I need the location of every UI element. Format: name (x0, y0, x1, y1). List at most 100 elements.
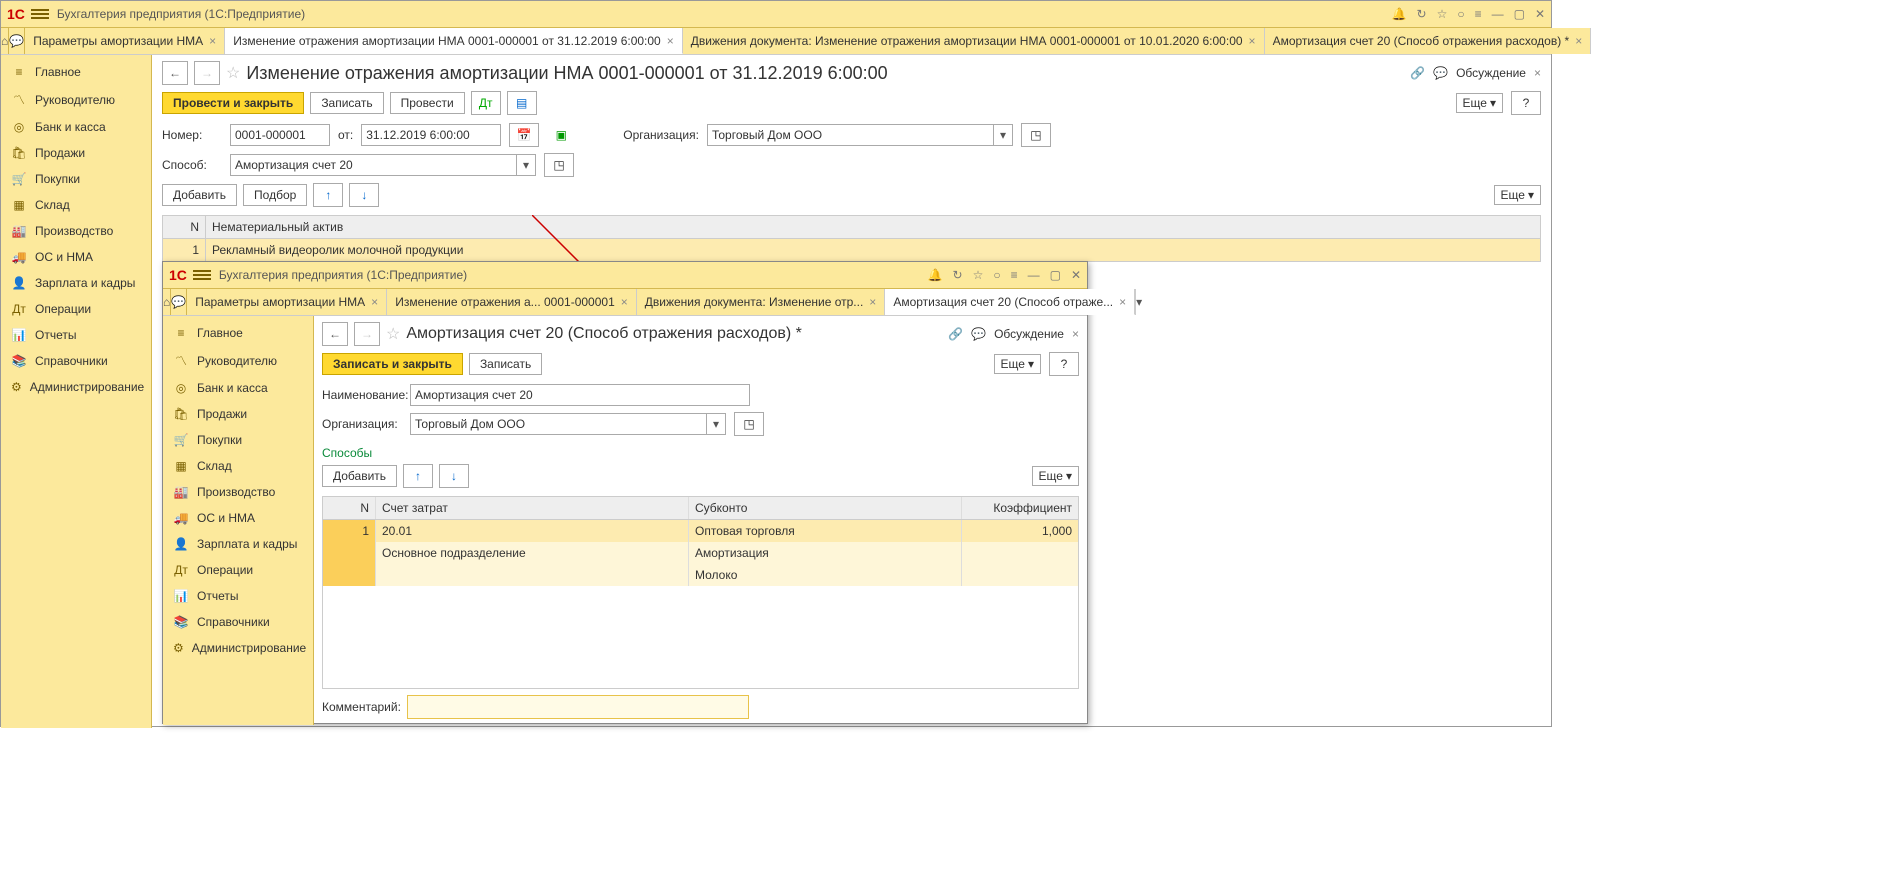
calendar-button[interactable]: 📅 (509, 123, 539, 147)
sidebar-item-prod[interactable]: 🏭Производство (1, 218, 151, 244)
sidebar-item-stock[interactable]: ▦Склад (1, 192, 151, 218)
discuss-icon[interactable]: 💬 (971, 327, 986, 341)
help-button[interactable]: ? (1049, 352, 1079, 376)
discuss-icon[interactable]: 💬 (1433, 66, 1448, 80)
discuss-label[interactable]: Обсуждение (994, 327, 1064, 341)
sidebar-item-sales[interactable]: 🛍Продажи (1, 140, 151, 166)
favorite-star-icon[interactable]: ☆ (386, 324, 400, 344)
close-icon[interactable]: × (1249, 34, 1256, 48)
minimize-icon[interactable]: — (1028, 268, 1040, 282)
sidebar-item-sales[interactable]: 🛍Продажи (163, 401, 313, 427)
sidebar-item-bank[interactable]: ◎Банк и касса (163, 375, 313, 401)
pick-button[interactable]: Подбор (243, 184, 307, 206)
close-icon[interactable]: × (371, 295, 378, 309)
more-button[interactable]: Еще▾ (1494, 185, 1541, 205)
open-button[interactable]: ◳ (544, 153, 574, 177)
write-button[interactable]: Записать (310, 92, 383, 114)
chevron-down-icon[interactable]: ▾ (993, 125, 1012, 145)
tab-amort20[interactable]: Амортизация счет 20 (Способ отраже...× (885, 289, 1135, 315)
close-icon[interactable]: × (1575, 34, 1582, 48)
circle-icon[interactable]: ○ (993, 268, 1000, 282)
post-button[interactable]: Провести (390, 92, 465, 114)
link-icon[interactable]: 🔗 (948, 327, 963, 341)
table-row[interactable]: 1 Рекламный видеоролик молочной продукци… (163, 239, 1540, 261)
name-input[interactable]: Амортизация счет 20 (410, 384, 750, 406)
sidebar-item-stock[interactable]: ▦Склад (163, 453, 313, 479)
ways-row[interactable]: Молоко (323, 564, 1078, 586)
close-icon[interactable]: × (1534, 66, 1541, 80)
write-and-close-button[interactable]: Записать и закрыть (322, 353, 463, 375)
back-button[interactable]: ← (162, 61, 188, 85)
sidebar-item-rep[interactable]: 📊Отчеты (1, 322, 151, 348)
more-button[interactable]: Еще▾ (1456, 93, 1503, 113)
tab-params[interactable]: Параметры амортизации НМА× (187, 289, 387, 315)
sidebar-item-os[interactable]: 🚚ОС и НМА (163, 505, 313, 531)
tab-change-amort[interactable]: Изменение отражения амортизации НМА 0001… (225, 28, 683, 54)
chevron-down-icon[interactable]: ▾ (516, 155, 535, 175)
close-icon[interactable]: × (621, 295, 628, 309)
write-button[interactable]: Записать (469, 353, 542, 375)
date-input[interactable]: 31.12.2019 6:00:00 (361, 124, 501, 146)
col-n[interactable]: N (323, 497, 376, 519)
org-combo[interactable]: Торговый Дом ООО▾ (410, 413, 726, 435)
close-icon[interactable]: × (667, 34, 674, 48)
dtkt-button[interactable]: Дт (471, 91, 501, 115)
sidebar-item-os[interactable]: 🚚ОС и НМА (1, 244, 151, 270)
sidebar-item-bank[interactable]: ◎Банк и касса (1, 114, 151, 140)
add-button[interactable]: Добавить (322, 465, 397, 487)
close-icon[interactable]: × (1119, 295, 1126, 309)
move-down-button[interactable]: ↓ (349, 183, 379, 207)
maximize-icon[interactable]: ▢ (1050, 268, 1061, 282)
col-acct[interactable]: Счет затрат (376, 497, 689, 519)
back-button[interactable]: ← (322, 322, 348, 346)
col-sub[interactable]: Субконто (689, 497, 962, 519)
open-button[interactable]: ◳ (1021, 123, 1051, 147)
maximize-icon[interactable]: ▢ (1514, 7, 1525, 21)
chevron-down-icon[interactable]: ▾ (706, 414, 725, 434)
sidebar-item-head[interactable]: 〽Руководителю (1, 85, 151, 114)
tab-movements[interactable]: Движения документа: Изменение отражения … (683, 28, 1265, 54)
method-combo[interactable]: Амортизация счет 20▾ (230, 154, 536, 176)
star-icon[interactable]: ☆ (973, 268, 984, 282)
filter-icon[interactable]: ≡ (1475, 7, 1482, 21)
sidebar-item-zp[interactable]: 👤Зарплата и кадры (1, 270, 151, 296)
discuss-label[interactable]: Обсуждение (1456, 66, 1526, 80)
home-tab[interactable]: ⌂ (163, 289, 171, 315)
ways-row[interactable]: Основное подразделение Амортизация (323, 542, 1078, 564)
sidebar-item-ref[interactable]: 📚Справочники (163, 609, 313, 635)
home-tab[interactable]: ⌂ (1, 28, 9, 54)
open-button[interactable]: ◳ (734, 412, 764, 436)
tab-change-amort[interactable]: Изменение отражения а... 0001-000001× (387, 289, 637, 315)
bell-icon[interactable]: 🔔 (1392, 7, 1407, 21)
add-button[interactable]: Добавить (162, 184, 237, 206)
sidebar-item-purch[interactable]: 🛒Покупки (163, 427, 313, 453)
col-coef[interactable]: Коэффициент (962, 497, 1078, 519)
close-icon[interactable]: ✕ (1535, 7, 1545, 21)
history-icon[interactable]: ↻ (953, 268, 963, 282)
sidebar-item-prod[interactable]: 🏭Производство (163, 479, 313, 505)
more-button[interactable]: Еще▾ (1032, 466, 1079, 486)
forward-button[interactable]: → (354, 322, 380, 346)
number-input[interactable]: 0001-000001 (230, 124, 330, 146)
minimize-icon[interactable]: — (1492, 7, 1504, 21)
chat-tab[interactable]: 💬 (171, 289, 187, 315)
bell-icon[interactable]: 🔔 (928, 268, 943, 282)
sidebar-item-rep[interactable]: 📊Отчеты (163, 583, 313, 609)
col-n[interactable]: N (163, 216, 206, 238)
link-icon[interactable]: 🔗 (1410, 66, 1425, 80)
close-icon[interactable]: × (209, 34, 216, 48)
history-icon[interactable]: ↻ (1417, 7, 1427, 21)
sidebar-item-admin[interactable]: ⚙Администрирование (163, 635, 313, 661)
org-combo[interactable]: Торговый Дом ООО▾ (707, 124, 1013, 146)
sidebar-item-main[interactable]: ≡Главное (163, 320, 313, 346)
tab-amort20[interactable]: Амортизация счет 20 (Способ отражения ра… (1265, 28, 1592, 54)
sidebar-item-zp[interactable]: 👤Зарплата и кадры (163, 531, 313, 557)
menu-icon[interactable] (31, 7, 49, 21)
col-asset[interactable]: Нематериальный актив (206, 216, 1540, 238)
filter-icon[interactable]: ≡ (1011, 268, 1018, 282)
more-button[interactable]: Еще▾ (994, 354, 1041, 374)
sidebar-item-ref[interactable]: 📚Справочники (1, 348, 151, 374)
help-button[interactable]: ? (1511, 91, 1541, 115)
star-icon[interactable]: ☆ (1437, 7, 1448, 21)
ways-row[interactable]: 1 20.01 Оптовая торговля 1,000 (323, 520, 1078, 542)
